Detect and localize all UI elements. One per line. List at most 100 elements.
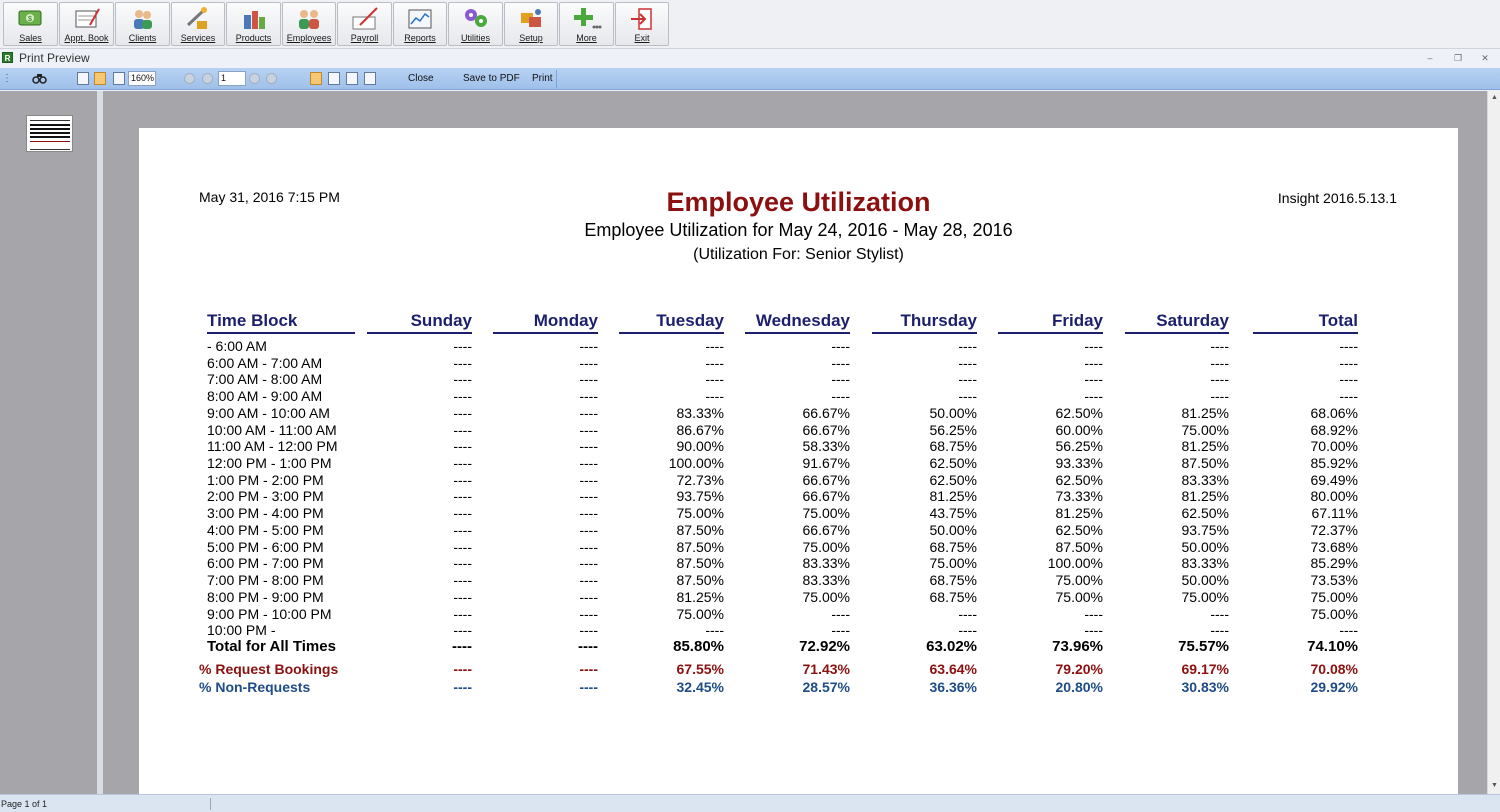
table-row-11-time-block: 4:00 PM - 5:00 PM [207,522,324,538]
non-requests-row-friday: 20.80% [1055,679,1103,695]
total-row-time-block: Total for All Times [207,638,336,655]
status-divider [210,798,211,810]
page-thumbnail[interactable] [26,115,73,152]
scroll-up-icon[interactable]: ▲ [1490,93,1499,102]
table-row-12-wednesday: 75.00% [802,539,850,555]
services-button[interactable]: Services [171,2,225,46]
close-preview-button[interactable]: Close [408,71,434,86]
request-bookings-row-wednesday: 71.43% [802,661,850,677]
table-row-2-friday: ---- [1084,371,1103,387]
table-row-7-wednesday: 91.67% [802,455,850,471]
table-row-9-total: 80.00% [1310,488,1358,504]
single-page-icon[interactable] [77,72,89,85]
thumbnail-line [30,124,70,126]
thumbnail-line [30,132,70,134]
table-row-3-thursday: ---- [958,388,977,404]
table-row-2-thursday: ---- [958,371,977,387]
table-row-16-saturday: ---- [1210,606,1229,622]
table-row-1-wednesday: ---- [831,355,850,371]
table-row-1-total: ---- [1339,355,1358,371]
table-row-10-thursday: 43.75% [929,505,977,521]
table-row-11-sunday: ---- [453,522,472,538]
table-row-2-tuesday: ---- [705,371,724,387]
four-page-view-icon[interactable] [364,72,376,85]
reports-button[interactable]: Reports [393,2,447,46]
payroll-button[interactable]: Payroll [337,2,392,46]
clients-button[interactable]: Clients [115,2,170,46]
column-header-wednesday: Wednesday [745,312,850,334]
save-to-pdf-button[interactable]: Save to PDF [463,71,520,86]
report-title: Employee Utilization [666,187,931,217]
table-row-7-total: 85.92% [1310,455,1358,471]
table-row-7-friday: 93.33% [1055,455,1103,471]
previous-page-icon[interactable] [202,73,213,84]
non-requests-row-time-block: % Non-Requests [199,679,311,695]
table-row-4-tuesday: 83.33% [676,405,724,421]
restore-icon[interactable]: ❐ [1451,52,1465,64]
non-requests-row-sunday: ---- [453,679,472,695]
reports-icon [408,9,432,29]
sales-button[interactable]: $ Sales [3,2,58,46]
table-row-15-monday: ---- [579,589,598,605]
whole-page-icon[interactable] [113,72,125,85]
next-page-icon[interactable] [249,73,260,84]
table-row-8-friday: 62.50% [1055,472,1103,488]
table-row-17-saturday: ---- [1210,622,1229,638]
table-row-13-sunday: ---- [453,555,472,571]
column-header-friday: Friday [998,312,1103,334]
table-row-12-thursday: 68.75% [929,539,977,555]
payroll-icon [352,7,378,30]
minimize-icon[interactable]: – [1423,52,1437,64]
page-width-icon[interactable] [94,72,106,85]
zoom-input[interactable]: 160% [128,71,156,86]
appt-book-label: Appt. Book [64,33,109,43]
table-row-0-tuesday: ---- [705,338,724,354]
table-row-17-wednesday: ---- [831,622,850,638]
appt-book-button[interactable]: Appt. Book [59,2,114,46]
one-page-view-icon[interactable] [310,72,322,85]
more-button[interactable]: More [559,2,614,46]
employees-button[interactable]: Employees [282,2,336,46]
exit-button[interactable]: Exit [615,2,669,46]
table-row-5-total: 68.92% [1310,422,1358,438]
vertical-scrollbar[interactable]: ▲ ▼ [1487,91,1500,794]
close-window-icon[interactable]: ✕ [1478,52,1492,64]
table-row-11-total: 72.37% [1310,522,1358,538]
table-row-17-time-block: 10:00 PM - [207,622,276,638]
column-header-sunday: Sunday [367,312,472,334]
page-number-input[interactable]: 1 [218,71,246,86]
table-row-9-monday: ---- [579,488,598,504]
three-page-view-icon[interactable] [346,72,358,85]
payroll-label: Payroll [350,33,379,43]
table-row-5-tuesday: 86.67% [676,422,724,438]
table-row-2-sunday: ---- [453,371,472,387]
reports-label: Reports [404,33,436,43]
table-row-3-total: ---- [1339,388,1358,404]
print-button[interactable]: Print [532,71,553,86]
table-row-12-total: 73.68% [1310,539,1358,555]
table-row-1-sunday: ---- [453,355,472,371]
setup-button[interactable]: Setup [504,2,558,46]
thumbnail-pane [0,91,97,794]
utilities-icon [464,9,487,27]
table-row-1-tuesday: ---- [705,355,724,371]
table-row-11-wednesday: 66.67% [802,522,850,538]
thumbnail-line [30,120,70,121]
table-row-12-monday: ---- [579,539,598,555]
table-row-14-saturday: 50.00% [1181,572,1229,588]
last-page-icon[interactable] [266,73,277,84]
find-icon[interactable] [32,72,47,85]
column-header-monday: Monday [493,312,598,334]
first-page-icon[interactable] [184,73,195,84]
utilities-button[interactable]: Utilities [448,2,503,46]
scroll-down-icon[interactable]: ▼ [1490,781,1499,790]
table-row-6-sunday: ---- [453,438,472,454]
products-button[interactable]: Products [226,2,281,46]
table-row-15-wednesday: 75.00% [802,589,850,605]
table-row-0-friday: ---- [1084,338,1103,354]
two-page-view-icon[interactable] [328,72,340,85]
table-row-7-saturday: 87.50% [1181,455,1229,471]
table-row-10-total: 67.11% [1311,505,1358,521]
table-row-5-time-block: 10:00 AM - 11:00 AM [207,422,337,438]
table-row-15-thursday: 68.75% [929,589,977,605]
